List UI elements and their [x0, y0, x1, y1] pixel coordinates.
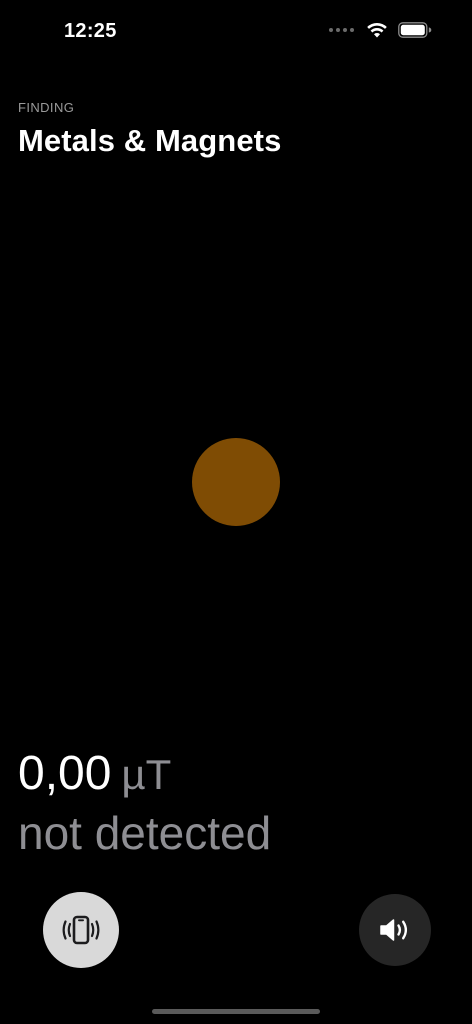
- wifi-icon: [367, 22, 387, 38]
- battery-icon: [398, 22, 432, 38]
- phone-vibrate-icon: [62, 915, 100, 945]
- status-time: 12:25: [64, 20, 117, 42]
- detection-indicator: [192, 438, 280, 526]
- status-bar: 12:25: [0, 0, 472, 60]
- home-indicator: [152, 1009, 320, 1014]
- reading-unit: µT: [121, 751, 172, 798]
- status-icons: [329, 22, 432, 38]
- vibration-toggle-button[interactable]: [43, 892, 119, 968]
- page-subtitle: FINDING: [18, 100, 75, 115]
- sound-toggle-button[interactable]: [359, 894, 431, 966]
- reading-value: 0,00: [18, 747, 112, 800]
- magnetic-reading: 0,00 µT: [18, 746, 171, 801]
- page-header: FINDING Metals & Magnets: [18, 100, 281, 159]
- speaker-icon: [380, 919, 408, 941]
- detection-status: not detected: [18, 807, 272, 859]
- signal-icon: [329, 28, 354, 32]
- page-title: Metals & Magnets: [18, 123, 282, 158]
